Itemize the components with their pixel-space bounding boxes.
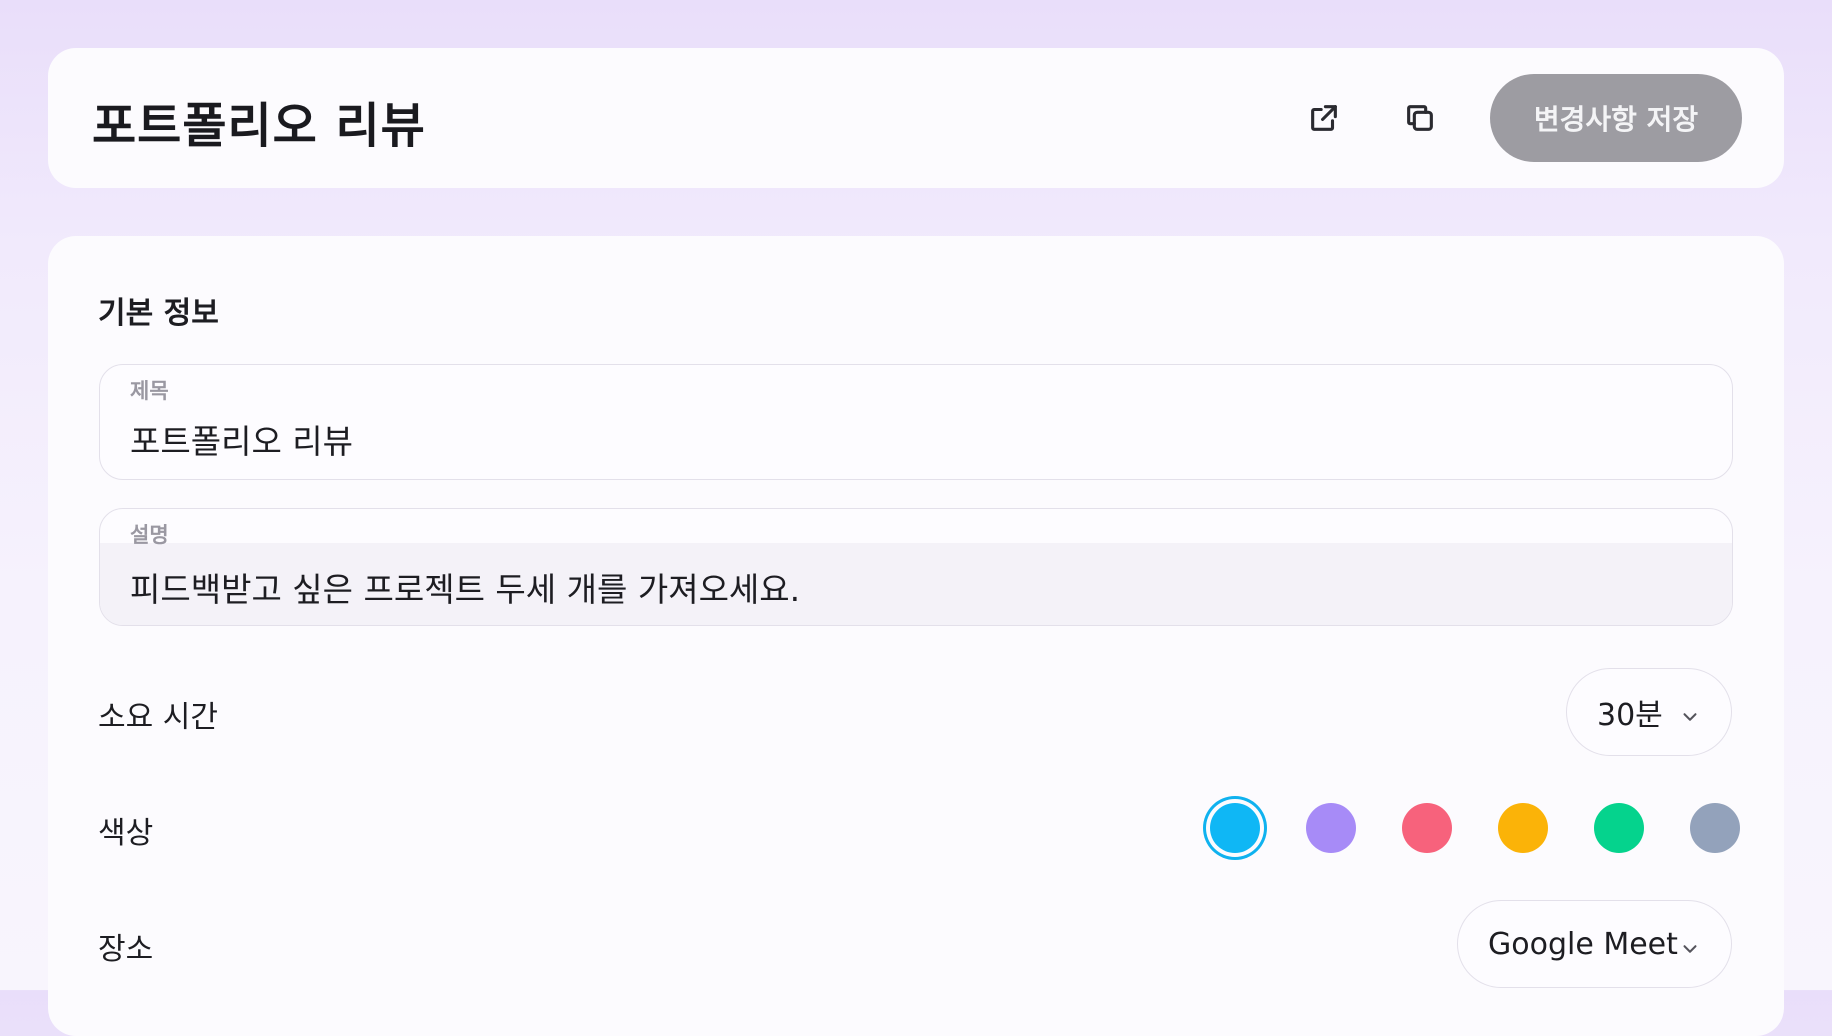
external-link-icon — [1311, 105, 1337, 131]
title-input[interactable]: 포트폴리오 리뷰 — [130, 415, 1690, 463]
color-swatch[interactable] — [1306, 803, 1356, 853]
color-swatch[interactable] — [1210, 803, 1260, 853]
color-swatch[interactable] — [1690, 803, 1740, 853]
basic-info-card: 기본 정보 제목 포트폴리오 리뷰 설명 피드백받고 싶은 프로젝트 두세 개를… — [48, 236, 1784, 1036]
color-swatch[interactable] — [1594, 803, 1644, 853]
location-select[interactable]: Google Meet — [1457, 900, 1732, 988]
color-swatch[interactable] — [1498, 803, 1548, 853]
location-value: Google Meet — [1488, 926, 1678, 962]
color-label: 색상 — [98, 816, 154, 851]
description-field[interactable]: 설명 피드백받고 싶은 프로젝트 두세 개를 가져오세요. — [99, 508, 1733, 626]
section-title: 기본 정보 — [98, 296, 219, 331]
duration-select[interactable]: 30분 — [1566, 668, 1732, 756]
location-label: 장소 — [98, 932, 154, 967]
description-input[interactable]: 피드백받고 싶은 프로젝트 두세 개를 가져오세요. — [130, 563, 1690, 611]
title-field[interactable]: 제목 포트폴리오 리뷰 — [99, 364, 1733, 480]
chevron-down-icon — [1679, 933, 1701, 955]
color-swatch[interactable] — [1402, 803, 1452, 853]
open-external-button[interactable] — [1300, 94, 1348, 142]
title-field-label: 제목 — [130, 379, 169, 403]
page-title: 포트폴리오 리뷰 — [92, 98, 426, 154]
duplicate-button[interactable] — [1396, 94, 1444, 142]
description-field-label: 설명 — [130, 523, 169, 547]
duration-value: 30분 — [1597, 698, 1663, 733]
duration-label: 소요 시간 — [98, 700, 218, 735]
header-card: 포트폴리오 리뷰 변경사항 저장 — [48, 48, 1784, 188]
chevron-down-icon — [1679, 701, 1701, 723]
copy-icon — [1407, 105, 1433, 131]
save-changes-button[interactable]: 변경사항 저장 — [1490, 74, 1742, 162]
